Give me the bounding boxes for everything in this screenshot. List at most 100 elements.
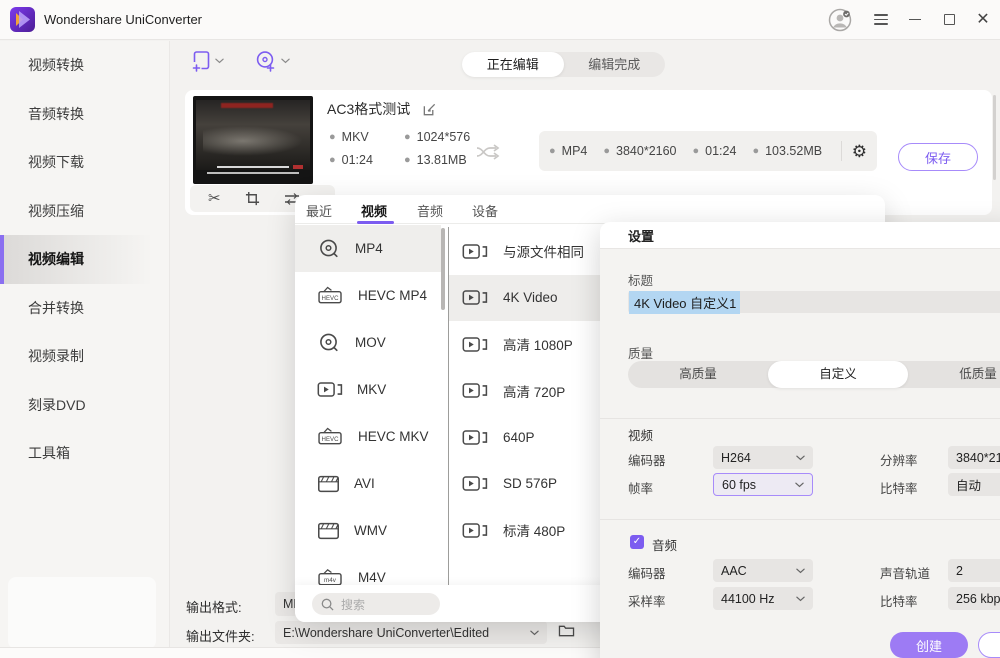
audio-encoder-label: 编码器 (628, 563, 666, 582)
save-button[interactable]: 保存 (898, 143, 978, 171)
search-icon (321, 598, 334, 611)
video-camera-icon (462, 242, 488, 261)
format-item-mkv[interactable]: MKV (295, 366, 441, 413)
audio-checkbox[interactable]: ✓ (630, 535, 644, 549)
quality-custom[interactable]: 自定义 (768, 361, 908, 388)
audio-bitrate-value[interactable]: 256 kbps (948, 587, 1000, 610)
framerate-select[interactable]: 60 fps (713, 473, 813, 496)
video-thumbnail[interactable] (193, 96, 313, 184)
hevc-badge-icon (317, 285, 344, 306)
m4v-badge-icon (317, 567, 344, 585)
add-disc-button[interactable] (255, 50, 290, 72)
output-folder-label: 输出文件夹: (186, 626, 255, 645)
minimize-button[interactable] (898, 0, 932, 40)
folder-icon[interactable] (558, 623, 575, 638)
hevc-badge-icon (317, 426, 344, 447)
account-avatar-icon[interactable] (828, 8, 852, 32)
title-bar: Wondershare UniConverter ✕ (0, 0, 1000, 40)
close-button[interactable]: ✕ (966, 0, 1000, 40)
chevron-down-icon (795, 482, 804, 488)
cut-icon[interactable]: ✂ (208, 191, 221, 206)
format-label: HEVC MP4 (358, 288, 427, 303)
sidebar-footer-panel (8, 577, 156, 649)
minimize-icon (909, 19, 921, 21)
format-item-hevc-mp4[interactable]: HEVC MP4 (295, 272, 441, 319)
tab-edit-done[interactable]: 编辑完成 (564, 52, 666, 77)
tab-device[interactable]: 设备 (472, 201, 498, 220)
search-placeholder: 搜索 (341, 596, 365, 613)
resolution-value[interactable]: 3840*2160 (948, 446, 1000, 469)
tab-editing[interactable]: 正在编辑 (462, 52, 564, 77)
video-camera-icon (462, 335, 488, 354)
format-item-m4v[interactable]: M4V (295, 554, 441, 585)
clapperboard-icon (317, 473, 340, 494)
samplerate-label: 采样率 (628, 591, 666, 610)
samplerate-value: 44100 Hz (721, 592, 775, 606)
preset-label: 高清 1080P (503, 334, 573, 354)
preset-label: 与源文件相同 (503, 241, 584, 261)
cancel-button[interactable] (978, 632, 1000, 658)
audio-encoder-value: AAC (721, 564, 747, 578)
selected-text: 4K Video 自定义1 (629, 291, 740, 314)
video-camera-icon (462, 474, 488, 493)
sidebar: 视频转换 音频转换 视频下载 视频压缩 视频编辑 合并转换 视频录制 刻录DVD… (0, 41, 170, 658)
output-folder-select[interactable]: E:\Wondershare UniConverter\Edited (275, 621, 547, 644)
sidebar-item-video-edit[interactable]: 视频编辑 (0, 235, 169, 284)
video-bitrate-value[interactable]: 自动 (948, 473, 1000, 496)
gear-icon[interactable]: ⚙ (852, 143, 867, 160)
video-camera-icon (462, 288, 488, 307)
format-list-scrollbar[interactable] (441, 228, 445, 310)
sidebar-item-video-record[interactable]: 视频录制 (0, 332, 169, 381)
tab-video[interactable]: 视频 (361, 201, 387, 220)
sidebar-item-burn-dvd[interactable]: 刻录DVD (0, 381, 169, 430)
format-label: M4V (358, 570, 386, 585)
channel-value[interactable]: 2 (948, 559, 1000, 582)
audio-encoder-select[interactable]: AAC (713, 559, 813, 582)
disc-icon (317, 237, 341, 261)
format-item-mov[interactable]: MOV (295, 319, 441, 366)
format-item-hevc-mkv[interactable]: HEVC MKV (295, 413, 441, 460)
rename-icon[interactable] (422, 102, 437, 117)
sidebar-item-toolbox[interactable]: 工具箱 (0, 429, 169, 478)
sidebar-item-video-compress[interactable]: 视频压缩 (0, 187, 169, 236)
video-camera-icon (462, 381, 488, 400)
format-item-wmv[interactable]: WMV (295, 507, 441, 554)
video-encoder-select[interactable]: H264 (713, 446, 813, 469)
video-camera-icon (462, 428, 488, 447)
source-format: ●MKV (329, 130, 404, 144)
create-button[interactable]: 创建 (890, 632, 968, 658)
app-logo-icon (10, 7, 35, 32)
preset-label: 640P (503, 430, 535, 445)
format-item-mp4[interactable]: MP4 (295, 225, 441, 272)
add-file-button[interactable] (192, 50, 224, 72)
output-folder-path: E:\Wondershare UniConverter\Edited (283, 626, 489, 640)
app-window: Wondershare UniConverter ✕ 视频转换 音频转换 视 (0, 0, 1000, 658)
scrollbar[interactable] (993, 95, 996, 180)
preset-name-input[interactable]: 4K Video 自定义1 (628, 291, 1000, 313)
disc-icon (317, 331, 341, 355)
menu-button[interactable] (864, 0, 898, 40)
search-input[interactable]: 搜索 (312, 593, 440, 615)
divider (600, 519, 1000, 520)
active-tab-underline (357, 221, 394, 224)
quality-low[interactable]: 低质量 (908, 361, 1000, 388)
sidebar-item-video-download[interactable]: 视频下载 (0, 138, 169, 187)
settings-panel: 设置 标题 4K Video 自定义1 质量 高质量 自定义 低质量 视频 编码… (600, 222, 1000, 658)
samplerate-select[interactable]: 44100 Hz (713, 587, 813, 610)
video-encoder-value: H264 (721, 451, 751, 465)
tab-audio[interactable]: 音频 (417, 201, 443, 220)
format-item-avi[interactable]: AVI (295, 460, 441, 507)
maximize-icon (944, 14, 955, 25)
chevron-down-icon (281, 58, 290, 64)
preset-label: 标清 480P (503, 520, 565, 540)
quality-high[interactable]: 高质量 (628, 361, 768, 388)
sidebar-item-video-convert[interactable]: 视频转换 (0, 41, 169, 90)
tab-recent[interactable]: 最近 (306, 201, 332, 220)
target-info-bar[interactable]: ●MP4 ●3840*2160 ●01:24 ●103.52MB ⚙ (539, 131, 877, 171)
add-file-icon (192, 50, 211, 72)
maximize-button[interactable] (932, 0, 966, 40)
crop-icon[interactable] (245, 191, 260, 206)
video-camera-icon (462, 521, 488, 540)
sidebar-item-audio-convert[interactable]: 音频转换 (0, 90, 169, 139)
sidebar-item-merge-convert[interactable]: 合并转换 (0, 284, 169, 333)
